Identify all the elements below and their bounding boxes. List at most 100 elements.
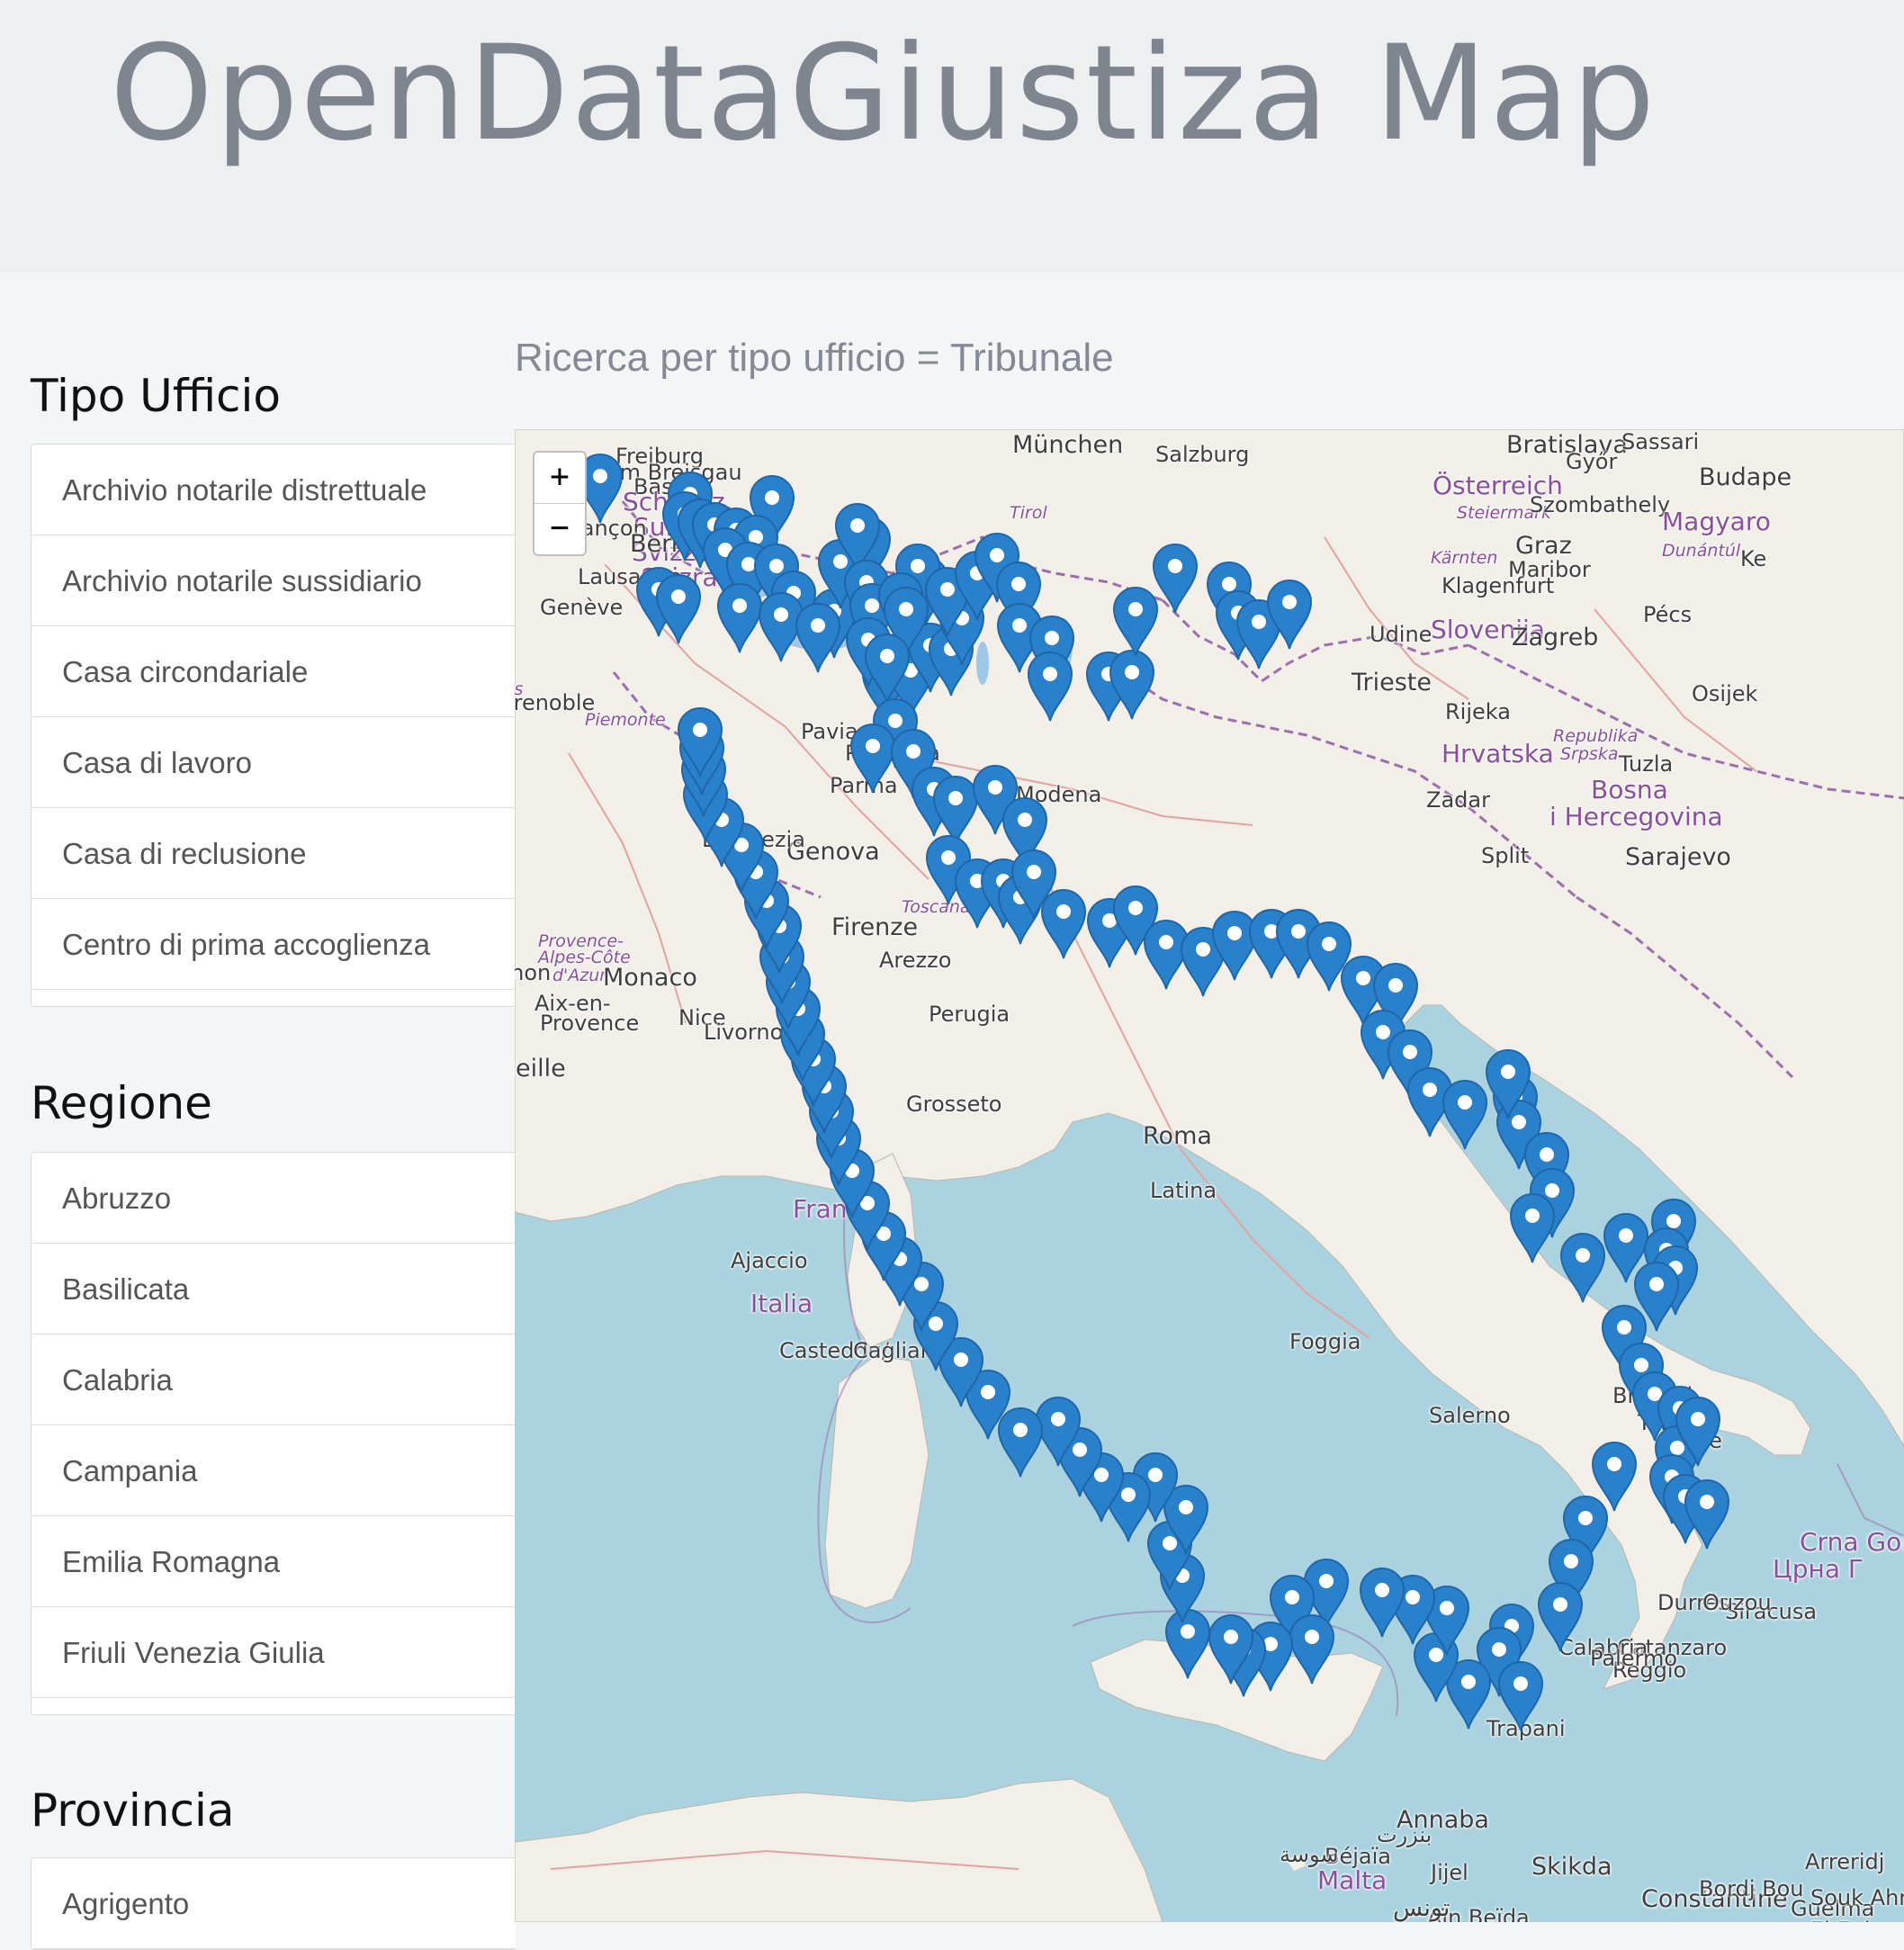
- map-label: Sassari: [1621, 429, 1699, 454]
- map-label: Foggia: [1289, 1329, 1361, 1354]
- zoom-in-button[interactable]: +: [534, 453, 585, 503]
- tipo-ufficio-heading: Tipo Ufficio: [31, 369, 281, 423]
- map-label: Grosseto: [906, 1092, 1002, 1117]
- map-label: d'Azur: [552, 966, 606, 985]
- provincia-item[interactable]: Agrigento: [31, 1858, 516, 1949]
- map-label: Budape: [1699, 463, 1792, 491]
- map-marker-pin[interactable]: [1357, 1567, 1407, 1639]
- tipo-ufficio-item[interactable]: Archivio notarile sussidiario: [31, 535, 516, 626]
- regione-heading: Regione: [31, 1076, 212, 1130]
- tipo-ufficio-item[interactable]: Casa di lavoro: [31, 717, 516, 808]
- map-label: Jijel: [1431, 1860, 1468, 1885]
- map-label: Bordj Bou: [1699, 1876, 1803, 1901]
- map-label: Udine: [1370, 622, 1432, 647]
- map-label: Szombathely: [1530, 492, 1670, 517]
- map-label: i Hercegovina: [1549, 802, 1723, 831]
- map-marker-pin[interactable]: [1507, 1192, 1558, 1264]
- map-label: Latina: [1150, 1178, 1217, 1203]
- map-marker-pin[interactable]: [675, 706, 725, 778]
- map-marker-pin[interactable]: [1535, 1581, 1585, 1653]
- map-label: Italia: [750, 1289, 813, 1318]
- regione-item[interactable]: Calabria: [31, 1334, 516, 1425]
- map-label: Skikda: [1531, 1853, 1612, 1881]
- map-label: Provence: [540, 1011, 639, 1036]
- map-label: Roma: [1143, 1122, 1212, 1150]
- map-viewport[interactable]: MünchenSalzburgBratislavaGyőrBudapeFreib…: [515, 429, 1904, 1922]
- provincia-list: Agrigento: [31, 1857, 516, 1950]
- map-marker-pin[interactable]: [1495, 1660, 1546, 1732]
- regione-item[interactable]: Abruzzo: [31, 1153, 516, 1244]
- map-label: Srpska: [1560, 744, 1618, 764]
- map-label: Црна Г: [1773, 1554, 1864, 1584]
- map-label: Kärnten: [1431, 548, 1497, 568]
- search-caption: Ricerca per tipo ufficio = Tribunale: [515, 333, 1114, 383]
- map-marker-pin[interactable]: [1025, 651, 1075, 723]
- map-label: Salzburg: [1155, 442, 1249, 467]
- map-label: München: [1012, 431, 1123, 459]
- map-label: Monaco: [603, 964, 697, 992]
- map-marker-pin[interactable]: [1150, 543, 1200, 615]
- map-label: Zagreb: [1512, 624, 1598, 651]
- map-label: Genève: [540, 595, 623, 620]
- map-label: تونس: [1393, 1894, 1450, 1922]
- map-marker-pin[interactable]: [653, 573, 704, 645]
- map-label: Piemonte: [585, 710, 666, 730]
- header-banner: OpenDataGiustiza Map: [0, 0, 1904, 273]
- map-marker-pin[interactable]: [1107, 649, 1157, 721]
- map-label: Trieste: [1352, 669, 1432, 696]
- map-label: Osijek: [1692, 681, 1757, 706]
- site-title: OpenDataGiustiza Map: [110, 13, 1657, 175]
- map-label: Zadar: [1426, 787, 1490, 813]
- map-label: Ke: [1740, 546, 1766, 571]
- map-label: Salerno: [1429, 1403, 1511, 1428]
- map-label: Rijeka: [1445, 699, 1511, 724]
- map-label: بنزرت: [1377, 1822, 1432, 1847]
- tipo-ufficio-item[interactable]: Casa di reclusione: [31, 808, 516, 899]
- map-label: Tirol: [1010, 503, 1047, 523]
- regione-item[interactable]: Campania: [31, 1425, 516, 1516]
- map-label: Souk Ahras: [1810, 1885, 1904, 1910]
- map-marker-pin[interactable]: [793, 602, 843, 674]
- map-label: Palermo: [1590, 1646, 1677, 1671]
- map-label: Pécs: [1643, 602, 1692, 627]
- zoom-out-button[interactable]: −: [534, 503, 585, 554]
- tipo-ufficio-item[interactable]: Archivio notarile distrettuale: [31, 445, 516, 535]
- map-label: سوسة: [1280, 1842, 1338, 1867]
- map-label: Hrvatska: [1441, 739, 1554, 768]
- map-marker-pin[interactable]: [1206, 1613, 1256, 1685]
- regione-item[interactable]: Friuli Venezia Giulia: [31, 1607, 516, 1698]
- map-label: Arreridj: [1805, 1849, 1884, 1874]
- map-label: Perugia: [929, 1002, 1010, 1027]
- tipo-ufficio-list: Archivio notarile distrettuale Archivio …: [31, 444, 516, 1007]
- map-label: Arezzo: [879, 948, 951, 973]
- map-label: Graz: [1515, 532, 1572, 560]
- map-label: Ajaccio: [731, 1248, 808, 1273]
- map-label: Republika: [1553, 726, 1638, 746]
- regione-list: Abruzzo Basilicata Calabria Campania Emi…: [31, 1152, 516, 1715]
- map-label: Bosna: [1591, 775, 1668, 804]
- list-scroll-continuation: [31, 990, 516, 1006]
- map-marker-pin[interactable]: [1264, 579, 1315, 651]
- map-label: Marseille: [515, 1055, 566, 1083]
- map-label: Ouzou: [1702, 1590, 1772, 1615]
- provincia-heading: Provincia: [31, 1784, 235, 1838]
- tipo-ufficio-item[interactable]: Casa circondariale: [31, 626, 516, 717]
- map-marker-pin[interactable]: [1682, 1478, 1732, 1550]
- map-label: Magyaro: [1662, 507, 1771, 536]
- map-label: Grenoble: [515, 690, 595, 715]
- map-label: Sarajevo: [1625, 843, 1731, 871]
- map-marker-pin[interactable]: [862, 633, 912, 705]
- zoom-control: + −: [533, 451, 587, 556]
- map-label: Klagenfurt: [1441, 573, 1554, 598]
- list-scroll-continuation: [31, 1698, 516, 1714]
- regione-item[interactable]: Basilicata: [31, 1244, 516, 1334]
- tipo-ufficio-item[interactable]: Centro di prima accoglienza: [31, 899, 516, 990]
- map-marker-pin[interactable]: [1038, 888, 1089, 960]
- map-label: Malta: [1317, 1865, 1387, 1895]
- map-label: Firenze: [831, 913, 918, 941]
- map-label: Split: [1481, 843, 1529, 868]
- map-marker-pin[interactable]: [1483, 1048, 1533, 1120]
- map-label: Győr: [1566, 449, 1617, 474]
- map-label: Crna Gora: [1800, 1527, 1904, 1557]
- regione-item[interactable]: Emilia Romagna: [31, 1516, 516, 1607]
